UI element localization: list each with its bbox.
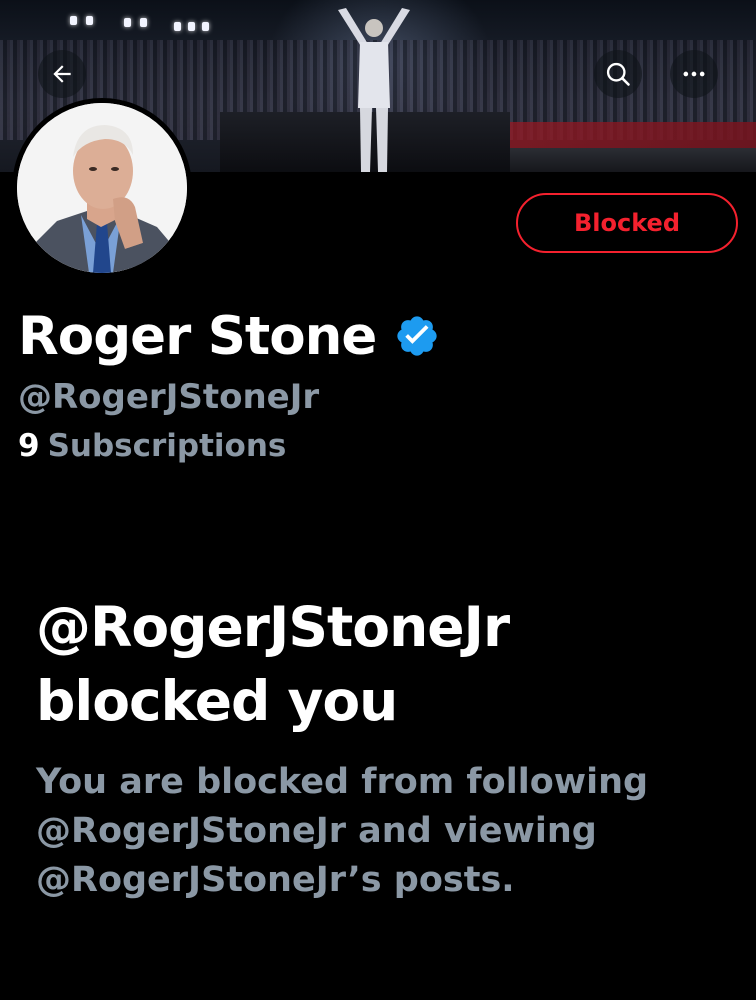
- profile-avatar[interactable]: [12, 98, 192, 278]
- blocked-notice-title: @RogerJStoneJr blocked you: [36, 590, 736, 738]
- banner-stage-lights: [60, 14, 220, 44]
- arrow-left-icon: [53, 65, 71, 83]
- blocked-title-line1: @RogerJStoneJr: [36, 595, 510, 659]
- blocked-desc-line2: @RogerJStoneJr and viewing: [36, 811, 597, 851]
- blocked-button[interactable]: Blocked: [516, 193, 738, 253]
- verified-badge-icon[interactable]: [394, 313, 440, 359]
- avatar-photo: [17, 103, 187, 273]
- profile-name-row: Roger Stone: [18, 300, 440, 372]
- more-button[interactable]: [670, 50, 718, 98]
- blocked-notice-description: You are blocked from following @RogerJSt…: [36, 758, 736, 905]
- subscriptions-count: 9: [18, 428, 40, 464]
- avatar-portrait: [17, 103, 187, 273]
- search-icon: [606, 62, 630, 86]
- blocked-title-line2: blocked you: [36, 669, 398, 733]
- search-button[interactable]: [594, 50, 642, 98]
- profile-handle: @RogerJStoneJr: [18, 377, 320, 417]
- banner-red-band: [500, 122, 756, 148]
- subscriptions-link[interactable]: 9 Subscriptions: [18, 428, 286, 464]
- banner-speaker-figure: [338, 8, 410, 172]
- back-button[interactable]: [38, 50, 86, 98]
- subscriptions-label: Subscriptions: [47, 428, 287, 464]
- more-horizontal-icon: [683, 71, 705, 77]
- profile-name: Roger Stone: [18, 305, 377, 367]
- banner-floor: [500, 148, 756, 172]
- blocked-desc-line3: @RogerJStoneJr’s posts.: [36, 860, 515, 900]
- blocked-desc-line1: You are blocked from following: [36, 762, 649, 802]
